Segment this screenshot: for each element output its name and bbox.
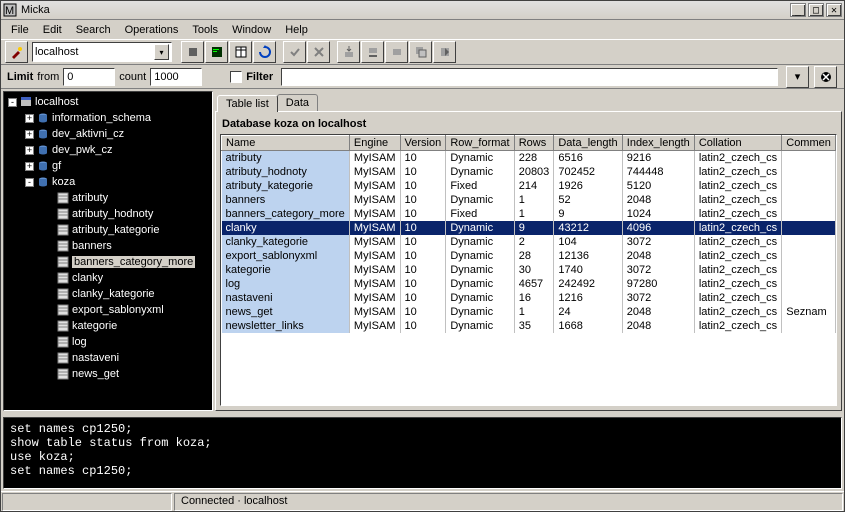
connect-button[interactable] xyxy=(5,41,28,63)
minimize-button[interactable]: _ xyxy=(790,3,806,17)
menu-help[interactable]: Help xyxy=(279,22,314,38)
tab-data[interactable]: Data xyxy=(277,94,318,111)
tree-table-banners_category_more[interactable]: +banners_category_more xyxy=(4,254,212,270)
tab-table-list[interactable]: Table list xyxy=(217,95,278,112)
tree-table-clanky_kategorie[interactable]: +clanky_kategorie xyxy=(4,286,212,302)
tool-export-button[interactable] xyxy=(433,41,456,63)
menu-tools[interactable]: Tools xyxy=(186,22,224,38)
from-input[interactable] xyxy=(63,68,115,86)
menu-search[interactable]: Search xyxy=(70,22,117,38)
tool-commit-button[interactable] xyxy=(283,41,306,63)
tool-table-button[interactable] xyxy=(229,41,252,63)
titlebar: M Micka _ □ ✕ xyxy=(1,1,844,20)
table-row[interactable]: nastaveniMyISAM10Dynamic1612163072latin2… xyxy=(222,291,836,305)
tool-execute-button[interactable] xyxy=(205,41,228,63)
tool-insert-button[interactable] xyxy=(337,41,360,63)
table-grid[interactable]: NameEngineVersionRow_formatRowsData_leng… xyxy=(220,134,837,406)
tool-edit-button[interactable] xyxy=(385,41,408,63)
tree-db-information_schema[interactable]: +information_schema xyxy=(4,110,212,126)
table-row[interactable]: logMyISAM10Dynamic465724249297280latin2_… xyxy=(222,277,836,291)
sql-console[interactable]: set names cp1250; show table status from… xyxy=(3,417,842,489)
filter-label: Filter xyxy=(246,71,273,83)
table-row[interactable]: clankyMyISAM10Dynamic9432124096latin2_cz… xyxy=(222,221,836,235)
body-split: - localhost +information_schema+dev_akti… xyxy=(1,89,844,413)
svg-text:M: M xyxy=(5,5,14,17)
tree-table-atributy_kategorie[interactable]: +atributy_kategorie xyxy=(4,222,212,238)
status-connection: Connected · localhost xyxy=(174,493,843,511)
col-collation[interactable]: Collation xyxy=(694,136,781,151)
tool-refresh-button[interactable] xyxy=(253,41,276,63)
toolbar: localhost ▾ xyxy=(1,39,844,65)
host-value: localhost xyxy=(35,46,78,58)
menu-operations[interactable]: Operations xyxy=(119,22,185,38)
tabs: Table list Data xyxy=(215,91,842,111)
tree-table-banners[interactable]: +banners xyxy=(4,238,212,254)
host-combo[interactable]: localhost ▾ xyxy=(32,42,172,62)
right-pane: Table list Data Database koza on localho… xyxy=(215,91,842,411)
table-row[interactable]: export_sablonyxmlMyISAM10Dynamic28121362… xyxy=(222,249,836,263)
host-dropdown-icon[interactable]: ▾ xyxy=(154,44,169,60)
maximize-button[interactable]: □ xyxy=(808,3,824,17)
tree-db-dev_aktivni_cz[interactable]: +dev_aktivni_cz xyxy=(4,126,212,142)
limit-label: Limit xyxy=(7,71,33,83)
tool-duplicate-button[interactable] xyxy=(409,41,432,63)
tree-table-log[interactable]: +log xyxy=(4,334,212,350)
app-icon: M xyxy=(3,3,17,17)
col-commen[interactable]: Commen xyxy=(782,136,836,151)
database-title: Database koza on localhost xyxy=(220,116,837,134)
table-row[interactable]: atributy_kategorieMyISAM10Fixed214192651… xyxy=(222,179,836,193)
tree-table-atributy_hodnoty[interactable]: +atributy_hodnoty xyxy=(4,206,212,222)
col-index_length[interactable]: Index_length xyxy=(622,136,694,151)
filter-checkbox[interactable] xyxy=(230,71,242,83)
window-title: Micka xyxy=(21,4,788,16)
filter-clear-button[interactable] xyxy=(814,66,837,88)
table-row[interactable]: kategorieMyISAM10Dynamic3017403072latin2… xyxy=(222,263,836,277)
col-engine[interactable]: Engine xyxy=(349,136,400,151)
tool-stop-button[interactable] xyxy=(181,41,204,63)
tree-db-koza[interactable]: -koza xyxy=(4,174,212,190)
col-rows[interactable]: Rows xyxy=(514,136,554,151)
table-row[interactable]: banners_category_moreMyISAM10Fixed191024… xyxy=(222,207,836,221)
filter-dropdown-button[interactable]: ▾ xyxy=(786,66,809,88)
count-label: count xyxy=(119,71,146,83)
from-label: from xyxy=(37,71,59,83)
col-version[interactable]: Version xyxy=(400,136,446,151)
tree-table-clanky[interactable]: +clanky xyxy=(4,270,212,286)
tree-table-atributy[interactable]: +atributy xyxy=(4,190,212,206)
close-button[interactable]: ✕ xyxy=(826,3,842,17)
tree-db-gf[interactable]: +gf xyxy=(4,158,212,174)
filter-bar: Limit from count Filter ▾ xyxy=(1,65,844,89)
tree-root[interactable]: - localhost xyxy=(4,94,212,110)
table-row[interactable]: atributyMyISAM10Dynamic22865169216latin2… xyxy=(222,151,836,165)
tool-delete-button[interactable] xyxy=(361,41,384,63)
table-row[interactable]: newsletter_linksMyISAM10Dynamic351668204… xyxy=(222,319,836,333)
statusbar: Connected · localhost xyxy=(1,491,844,511)
tree-table-kategorie[interactable]: +kategorie xyxy=(4,318,212,334)
tree-table-nastaveni[interactable]: +nastaveni xyxy=(4,350,212,366)
menu-file[interactable]: File xyxy=(5,22,35,38)
tree-pane[interactable]: - localhost +information_schema+dev_akti… xyxy=(3,91,213,411)
table-row[interactable]: clanky_kategorieMyISAM10Dynamic21043072l… xyxy=(222,235,836,249)
col-row_format[interactable]: Row_format xyxy=(446,136,514,151)
filter-input[interactable] xyxy=(281,68,778,86)
menubar: File Edit Search Operations Tools Window… xyxy=(1,20,844,39)
table-row[interactable]: atributy_hodnotyMyISAM10Dynamic208037024… xyxy=(222,165,836,179)
tree-table-export_sablonyxml[interactable]: +export_sablonyxml xyxy=(4,302,212,318)
tree-db-dev_pwk_cz[interactable]: +dev_pwk_cz xyxy=(4,142,212,158)
table-row[interactable]: bannersMyISAM10Dynamic1522048latin2_czec… xyxy=(222,193,836,207)
status-cell-1 xyxy=(2,493,172,511)
menu-edit[interactable]: Edit xyxy=(37,22,68,38)
count-input[interactable] xyxy=(150,68,202,86)
col-data_length[interactable]: Data_length xyxy=(554,136,622,151)
col-name[interactable]: Name xyxy=(222,136,350,151)
menu-window[interactable]: Window xyxy=(226,22,277,38)
tool-cancel-button[interactable] xyxy=(307,41,330,63)
table-row[interactable]: news_getMyISAM10Dynamic1242048latin2_cze… xyxy=(222,305,836,319)
tree-table-news_get[interactable]: +news_get xyxy=(4,366,212,382)
